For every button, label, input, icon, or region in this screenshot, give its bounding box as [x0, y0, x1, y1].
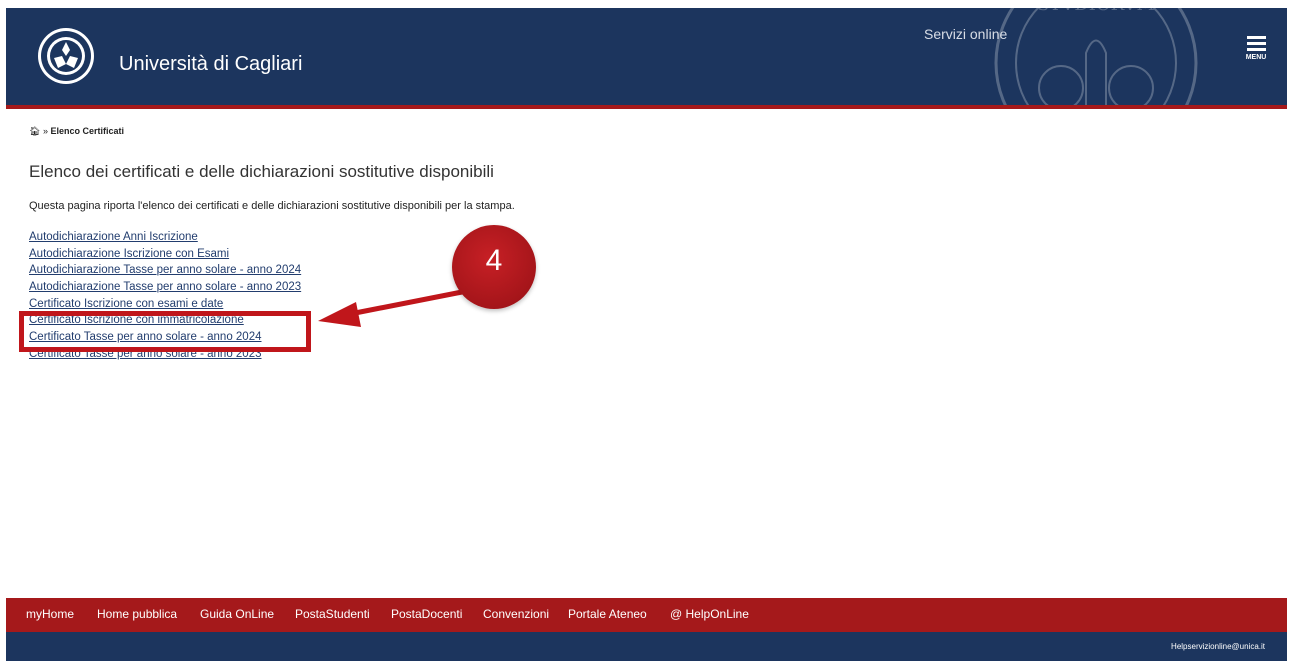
footer-bottom: Helpservizionline@unica.it — [6, 632, 1287, 661]
footer-link-postastudenti[interactable]: PostaStudenti — [295, 607, 370, 621]
footer-link-postadocenti[interactable]: PostaDocenti — [391, 607, 462, 621]
footer-link-helponline[interactable]: @ HelpOnLine — [670, 607, 749, 621]
footer-link-home-pubblica[interactable]: Home pubblica — [97, 607, 177, 621]
annotation-step-badge: 4 — [452, 225, 536, 309]
annotation-arrow-icon — [318, 289, 465, 327]
footer-nav: myHome Home pubblica Guida OnLine PostaS… — [6, 598, 1287, 632]
footer-link-convenzioni[interactable]: Convenzioni — [483, 607, 549, 621]
footer-link-portale-ateneo[interactable]: Portale Ateneo — [568, 607, 647, 621]
footer-email[interactable]: Helpservizionline@unica.it — [1171, 642, 1265, 651]
footer-link-myhome[interactable]: myHome — [26, 607, 74, 621]
footer-link-guida-online[interactable]: Guida OnLine — [200, 607, 274, 621]
